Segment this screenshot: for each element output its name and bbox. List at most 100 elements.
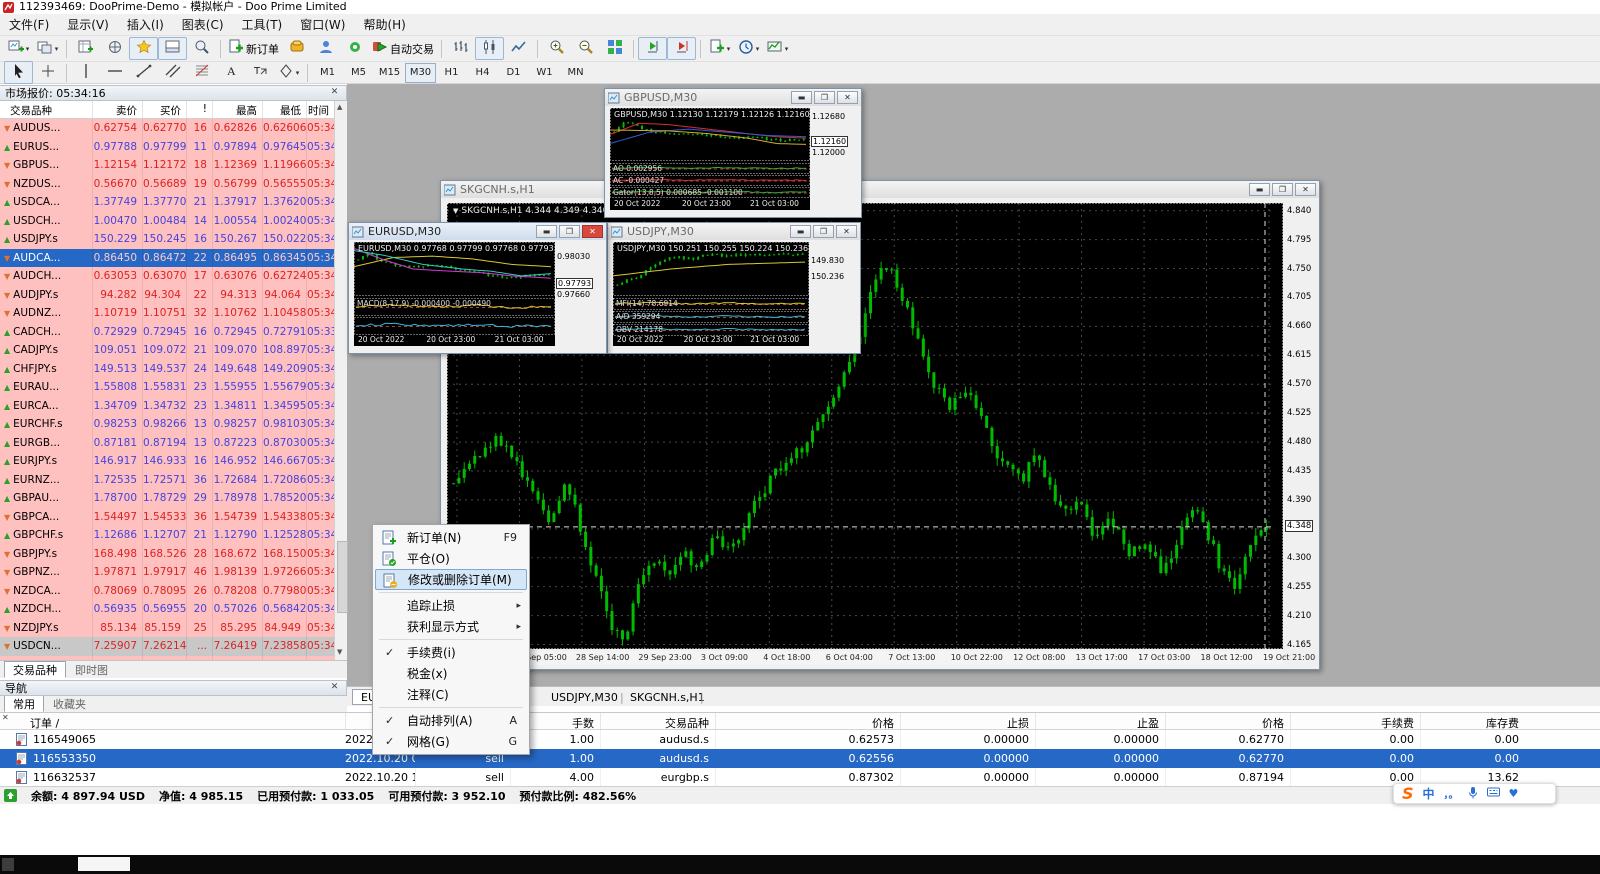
market-watch-row[interactable]: ▲NZDCH...0.569350.56955200.570260.568420… — [0, 600, 334, 619]
context-menu-item-5[interactable]: 获利显示方式▸ — [375, 616, 527, 637]
chart-window-usdjpy-plot[interactable]: MFI(14) 78.6914A/D 359294OBV 214178USDJP… — [613, 242, 809, 346]
market-watch-column-1[interactable]: 卖价 — [92, 101, 142, 118]
context-menu-item-12[interactable]: ✓网格(G)G — [375, 731, 527, 752]
minimize-icon[interactable]: ▬ — [536, 225, 557, 238]
market-watch-row[interactable]: ▼GBPNZ...1.978711.97917461.981391.972660… — [0, 563, 334, 582]
timeframe-w1[interactable]: W1 — [529, 63, 560, 83]
market-watch-tab-1[interactable]: 即时图 — [66, 661, 117, 678]
order-row[interactable]: 1165533502022.10.20 07:22:21sell1.00audu… — [0, 749, 1600, 768]
terminal-column-7[interactable]: 止盈 — [1035, 713, 1165, 729]
market-watch-column-0[interactable]: 交易品种 — [0, 101, 92, 118]
trendline-button[interactable] — [129, 61, 158, 84]
terminal-column-9[interactable]: 手续费 — [1290, 713, 1420, 729]
auto-trading-button[interactable]: 自动交易 — [369, 37, 437, 60]
market-watch-row[interactable]: ▲CADCH...0.729290.72945160.729450.727910… — [0, 323, 334, 342]
close-icon[interactable]: ✕ — [328, 682, 341, 694]
microphone-icon[interactable] — [1468, 786, 1478, 802]
timeframe-m30[interactable]: M30 — [405, 63, 436, 83]
templates-button[interactable]: ▾ — [705, 37, 734, 60]
chart-window-gbpusd-plot[interactable]: AO 0.002956AC -0.000427Gator(13,8,5) 0.0… — [610, 108, 810, 210]
ime-chinese-mode[interactable]: 中 — [1423, 785, 1435, 802]
market-watch-row[interactable]: ▲EURCA...1.347091.34732231.348111.345950… — [0, 397, 334, 416]
chart-window-eurusd-plot[interactable]: MACD(8,17,9) -0.000400 -0.000490EURUSD,M… — [354, 242, 555, 346]
market-watch-row[interactable]: ▼AUDCH...0.630530.63070170.630760.627240… — [0, 267, 334, 286]
market-watch-row[interactable]: ▼USDCN...7.259077.26214...7.264197.23858… — [0, 637, 334, 656]
taskbar-app-button[interactable] — [78, 857, 130, 871]
line-chart-button[interactable] — [504, 37, 533, 60]
zoom-in-button[interactable] — [542, 37, 571, 60]
market-watch-row[interactable]: ▲EURCHF.s0.982530.98266130.982570.981030… — [0, 415, 334, 434]
community-button[interactable] — [311, 37, 340, 60]
restore-icon[interactable]: ❐ — [1272, 183, 1293, 196]
navigator-tab-0[interactable]: 常用 — [4, 696, 44, 712]
market-watch-row[interactable]: ▼GBPUS...1.121541.12172181.123691.119660… — [0, 156, 334, 175]
restore-icon[interactable]: ❐ — [813, 225, 834, 238]
context-menu-item-11[interactable]: ✓自动排列(A)A — [375, 710, 527, 731]
order-row[interactable]: 1165490652022.10.20 07:11.00audusd.s0.62… — [0, 730, 1600, 750]
chart-window-usdjpy[interactable]: USDJPY,M30▬❐✕ MFI(14) 78.6914A/D 359294OB… — [607, 222, 861, 354]
chart-window-gbpusd[interactable]: GBPUSD,M30▬❐✕AO 0.002956AC -0.000427Gato… — [604, 88, 862, 218]
market-watch-row[interactable]: ▲USDCA...1.377491.37770211.379171.376200… — [0, 193, 334, 212]
market-watch-row[interactable]: ▼AUDJPY.s94.28294.3042294.31394.06405:34… — [0, 286, 334, 305]
order-row[interactable]: 1166325372022.10.20 13:10:19sell4.00eurg… — [0, 768, 1600, 788]
menu-item-2[interactable]: 插入(I) — [118, 13, 173, 36]
skgcnh-time-axis[interactable]: 19:0027 Sep 05:0028 Sep 14:0029 Sep 23:0… — [447, 651, 1283, 665]
market-watch-row[interactable]: ▼NZDCA...0.780690.78095260.782080.779800… — [0, 582, 334, 601]
shapes-button[interactable]: ▾ — [274, 61, 303, 84]
navigator-tab-1[interactable]: 收藏夹 — [44, 696, 95, 712]
timeframe-d1[interactable]: D1 — [498, 63, 529, 83]
market-watch-row[interactable]: ▲CADJPY.s109.051109.07221109.070108.8970… — [0, 341, 334, 360]
context-menu-item-0[interactable]: 新订单(N)F9 — [375, 527, 527, 548]
scrollbar-thumb[interactable] — [337, 541, 348, 613]
market-watch-row[interactable]: ▼GBPJPY.s168.498168.52628168.672168.1500… — [0, 545, 334, 564]
history-center-button[interactable] — [282, 37, 311, 60]
restore-icon[interactable]: ❐ — [559, 225, 580, 238]
menu-item-0[interactable]: 文件(F) — [0, 13, 58, 36]
fibonacci-button[interactable] — [187, 61, 216, 84]
chart-window-gbpusd-price-scale[interactable]: 1.126801.121601.12000 — [811, 108, 855, 210]
market-watch-row[interactable]: ▲EURAU...1.558081.55831231.559551.556790… — [0, 378, 334, 397]
menu-item-6[interactable]: 帮助(H) — [354, 13, 414, 36]
alerts-button[interactable] — [340, 37, 369, 60]
scroll-up-icon[interactable]: ▲ — [337, 103, 342, 111]
horizontal-line-button[interactable] — [100, 61, 129, 84]
strategy-tester-button[interactable] — [187, 37, 216, 60]
cursor-button[interactable] — [4, 61, 33, 84]
close-icon[interactable]: ✕ — [837, 91, 858, 104]
market-watch-row[interactable]: ▲EURUS...0.977880.97799110.978940.976450… — [0, 138, 334, 157]
taskbar-start-icon[interactable] — [2, 858, 14, 871]
context-menu-item-2[interactable]: 修改或删除订单(M) — [375, 569, 527, 590]
menu-item-1[interactable]: 显示(V) — [58, 13, 118, 36]
menu-item-3[interactable]: 图表(C) — [173, 13, 233, 36]
minimize-icon[interactable]: ▬ — [791, 91, 812, 104]
timeframe-h4[interactable]: H4 — [467, 63, 498, 83]
skgcnh-price-scale[interactable]: 4.8404.7954.7504.7054.6604.6154.5704.525… — [1285, 203, 1315, 649]
market-watch-row[interactable]: ▲GBPCHF.s1.126861.12707211.127901.125280… — [0, 526, 334, 545]
ime-punctuation[interactable]: ，。 — [1444, 786, 1459, 801]
scroll-down-icon[interactable]: ▼ — [337, 648, 342, 656]
terminal-column-0[interactable]: 订单 / — [0, 713, 345, 729]
channel-button[interactable] — [158, 61, 187, 84]
chart-tab-skgcnh[interactable]: SKGCNH.s,H1 — [630, 691, 705, 704]
chart-window-skgcnh-titlebar[interactable]: SKGCNH.s,H1▬❐✕ — [441, 181, 1319, 198]
favorites-heart-icon[interactable]: ♥ — [1509, 787, 1519, 800]
chart-window-usdjpy-titlebar[interactable]: USDJPY,M30▬❐✕ — [608, 223, 860, 240]
auto-scroll-button[interactable] — [638, 37, 667, 60]
menu-item-5[interactable]: 窗口(W) — [291, 13, 354, 36]
restore-icon[interactable]: ❐ — [814, 91, 835, 104]
label-button[interactable]: T — [245, 61, 274, 84]
market-watch-column-4[interactable]: 最高 — [212, 101, 262, 118]
market-watch-row[interactable]: ▲CHFJPY.s149.513149.53724149.648149.2090… — [0, 360, 334, 379]
indicators-button[interactable]: ▾ — [763, 37, 792, 60]
chart-window-usdjpy-price-scale[interactable]: 150.236149.830 — [810, 242, 854, 346]
timeframe-mn[interactable]: MN — [560, 63, 591, 83]
market-watch-row[interactable]: ▼NZDJPY.s85.13485.1592585.29584.94905:34… — [0, 619, 334, 638]
market-watch-tab-0[interactable]: 交易品种 — [4, 661, 66, 678]
minimize-icon[interactable]: ▬ — [790, 225, 811, 238]
candlestick-button[interactable] — [475, 37, 504, 60]
timeframe-m5[interactable]: M5 — [343, 63, 374, 83]
new-chart-button[interactable]: ▾ — [4, 37, 33, 60]
timeframe-h1[interactable]: H1 — [436, 63, 467, 83]
navigator-button[interactable] — [129, 37, 158, 60]
new-order-button[interactable]: 新订单 — [225, 37, 282, 60]
